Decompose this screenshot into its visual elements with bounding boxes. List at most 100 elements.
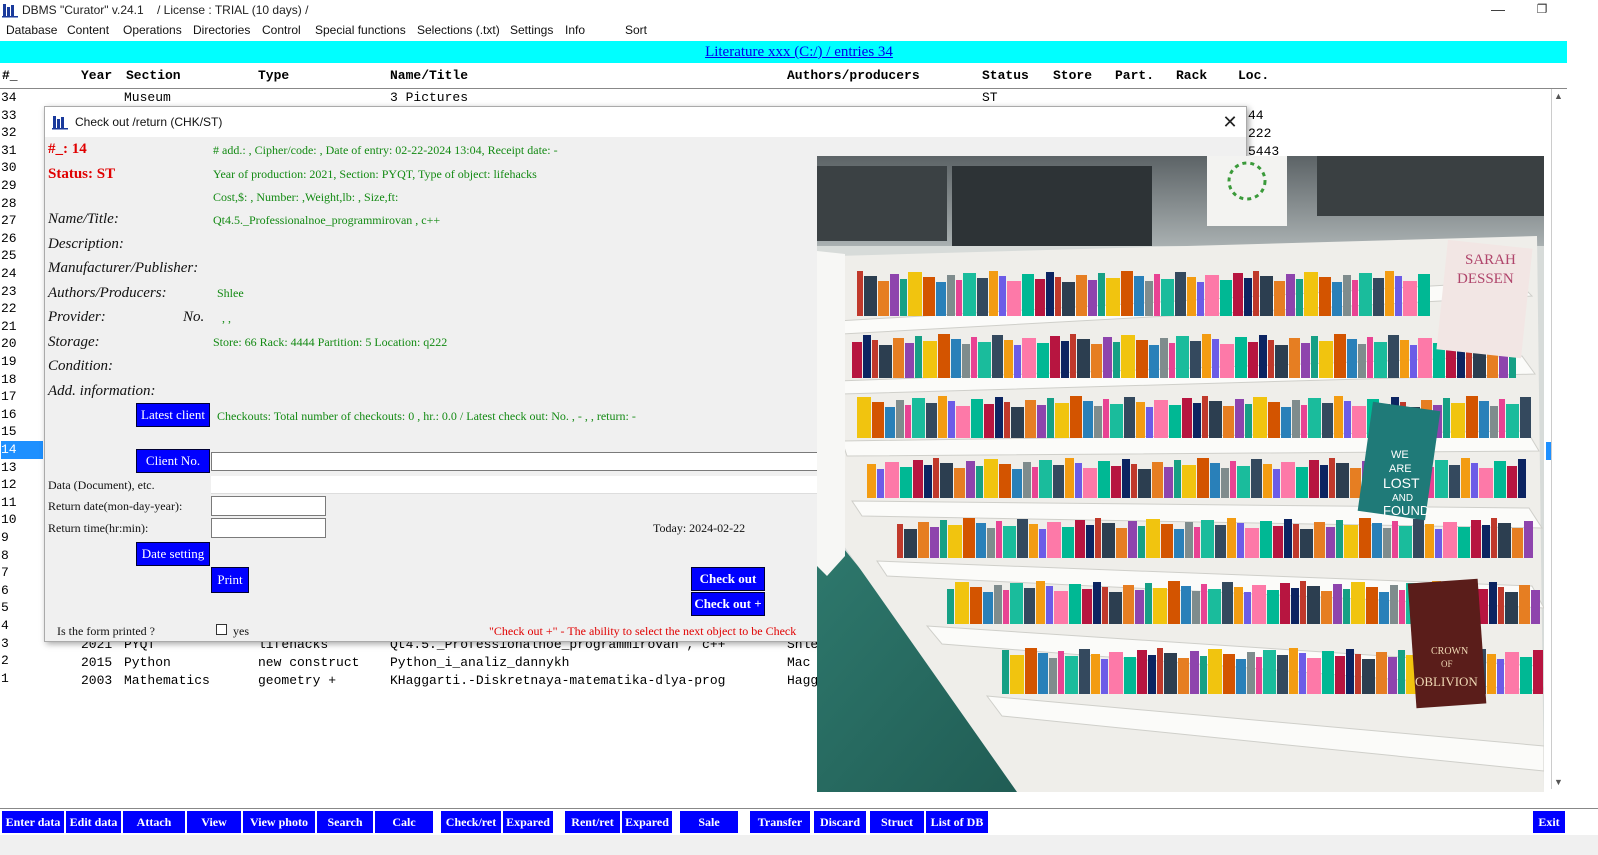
menu-selections[interactable]: Selections (.txt)	[417, 23, 500, 37]
row-number[interactable]: 34	[1, 89, 41, 107]
row-number[interactable]: 3	[1, 635, 41, 653]
row-number[interactable]: 32	[1, 124, 41, 142]
book-spine	[1032, 467, 1038, 498]
row-number[interactable]: 11	[1, 494, 41, 512]
row-number[interactable]: 4	[1, 617, 41, 635]
menu-operations[interactable]: Operations	[123, 23, 182, 37]
book-spine	[1490, 406, 1498, 438]
book-spine	[1263, 464, 1272, 498]
menu-directories[interactable]: Directories	[193, 23, 250, 37]
row-number[interactable]: 1	[1, 670, 41, 688]
row-number[interactable]: 25	[1, 247, 41, 265]
row-number[interactable]: 2	[1, 652, 41, 670]
provider-label: Provider:	[48, 309, 106, 325]
printed-checkbox[interactable]	[216, 624, 227, 635]
check-return-button[interactable]: Check/ret	[441, 811, 501, 833]
row-number[interactable]: 9	[1, 529, 41, 547]
col-type[interactable]: Type	[258, 68, 289, 83]
book-spine	[1124, 657, 1136, 694]
enter-data-button[interactable]: Enter data	[2, 811, 64, 833]
row-number[interactable]: 23	[1, 283, 41, 301]
book-spine	[1233, 273, 1243, 316]
book-spine	[1366, 587, 1378, 624]
row-number[interactable]: 20	[1, 335, 41, 353]
row-number[interactable]: 30	[1, 159, 41, 177]
row-number[interactable]: 8	[1, 547, 41, 565]
print-button[interactable]: Print	[211, 567, 249, 593]
col-part[interactable]: Part.	[1115, 68, 1154, 83]
row-number[interactable]: 29	[1, 177, 41, 195]
row-number[interactable]: 19	[1, 353, 41, 371]
row-number[interactable]: 5	[1, 599, 41, 617]
scroll-down-icon[interactable]: ▼	[1554, 777, 1563, 787]
row-number[interactable]: 18	[1, 371, 41, 389]
row-number[interactable]: 6	[1, 582, 41, 600]
menu-control[interactable]: Control	[262, 23, 301, 37]
row-number[interactable]: 26	[1, 230, 41, 248]
row-number[interactable]: 31	[1, 142, 41, 160]
expared-check-button[interactable]: Expared	[503, 811, 553, 833]
col-status[interactable]: Status	[982, 68, 1029, 83]
book-spine	[1289, 338, 1300, 378]
row-number[interactable]: 21	[1, 318, 41, 336]
dialog-close-icon[interactable]: ✕	[1220, 111, 1240, 133]
row-number[interactable]: 7	[1, 564, 41, 582]
menu-special-functions[interactable]: Special functions	[315, 23, 406, 37]
row-number[interactable]: 33	[1, 107, 41, 125]
col-rack[interactable]: Rack	[1176, 68, 1207, 83]
row-number[interactable]: 27	[1, 212, 41, 230]
row-number[interactable]: 15	[1, 423, 41, 441]
expared-rent-button[interactable]: Expared	[622, 811, 672, 833]
client-button[interactable]: Client No.	[136, 449, 210, 473]
row-number[interactable]: 16	[1, 406, 41, 424]
row-number[interactable]: 22	[1, 300, 41, 318]
view-photo-button[interactable]: View photo	[243, 811, 315, 833]
calc-button[interactable]: Calc	[375, 811, 433, 833]
scroll-up-icon[interactable]: ▲	[1554, 91, 1563, 101]
menu-info[interactable]: Info	[565, 23, 585, 37]
data-document-input[interactable]	[211, 476, 821, 494]
col-loc[interactable]: Loc.	[1238, 68, 1269, 83]
col-authors[interactable]: Authors/producers	[787, 68, 920, 83]
col-title[interactable]: Name/Title	[390, 68, 468, 83]
menu-sort[interactable]: Sort	[625, 23, 647, 37]
attach-button[interactable]: Attach	[123, 811, 185, 833]
row-number[interactable]: 12	[1, 476, 41, 494]
check-out-button[interactable]: Check out	[691, 567, 765, 591]
list-of-db-button[interactable]: List of DB	[926, 811, 988, 833]
database-title-link[interactable]: Literature xxx (C:/) / entries 34	[705, 44, 893, 60]
date-setting-button[interactable]: Date setting	[136, 542, 210, 566]
row-number[interactable]: 24	[1, 265, 41, 283]
row-number[interactable]: 28	[1, 195, 41, 213]
return-time-input[interactable]	[211, 518, 326, 538]
book-spine	[1110, 404, 1123, 438]
dialog-titlebar: Check out /return (CHK/ST) ✕	[45, 107, 1246, 137]
view-button[interactable]: View	[187, 811, 241, 833]
discard-button[interactable]: Discard	[814, 811, 866, 833]
col-year[interactable]: Year	[81, 68, 112, 83]
menu-content[interactable]: Content	[67, 23, 109, 37]
return-date-input[interactable]	[211, 496, 326, 516]
transfer-button[interactable]: Transfer	[750, 811, 810, 833]
object-photo[interactable]: SARAH DESSEN WE ARE LOST AND FOUND CROWN…	[817, 156, 1544, 792]
book-spine	[954, 468, 965, 498]
sale-button[interactable]: Sale	[680, 811, 738, 833]
row-number[interactable]: 13	[1, 459, 41, 477]
vertical-scrollbar[interactable]: ▲ ▼	[1551, 89, 1567, 789]
edit-data-button[interactable]: Edit data	[66, 811, 121, 833]
col-store[interactable]: Store	[1053, 68, 1092, 83]
check-out-plus-button[interactable]: Check out +	[691, 592, 765, 616]
row-number[interactable]: 17	[1, 388, 41, 406]
search-button[interactable]: Search	[317, 811, 373, 833]
client-number-input[interactable]	[211, 452, 821, 471]
struct-button[interactable]: Struct	[870, 811, 924, 833]
col-section[interactable]: Section	[126, 68, 181, 83]
exit-button[interactable]: Exit	[1533, 811, 1565, 833]
latest-client-button[interactable]: Latest client	[136, 403, 210, 427]
row-number[interactable]: 10	[1, 511, 41, 529]
menu-settings[interactable]: Settings	[510, 23, 553, 37]
col-number[interactable]: #_	[2, 68, 18, 83]
rent-return-button[interactable]: Rent/ret	[565, 811, 620, 833]
row-number[interactable]: 14	[1, 441, 43, 459]
menu-database[interactable]: Database	[6, 23, 57, 37]
